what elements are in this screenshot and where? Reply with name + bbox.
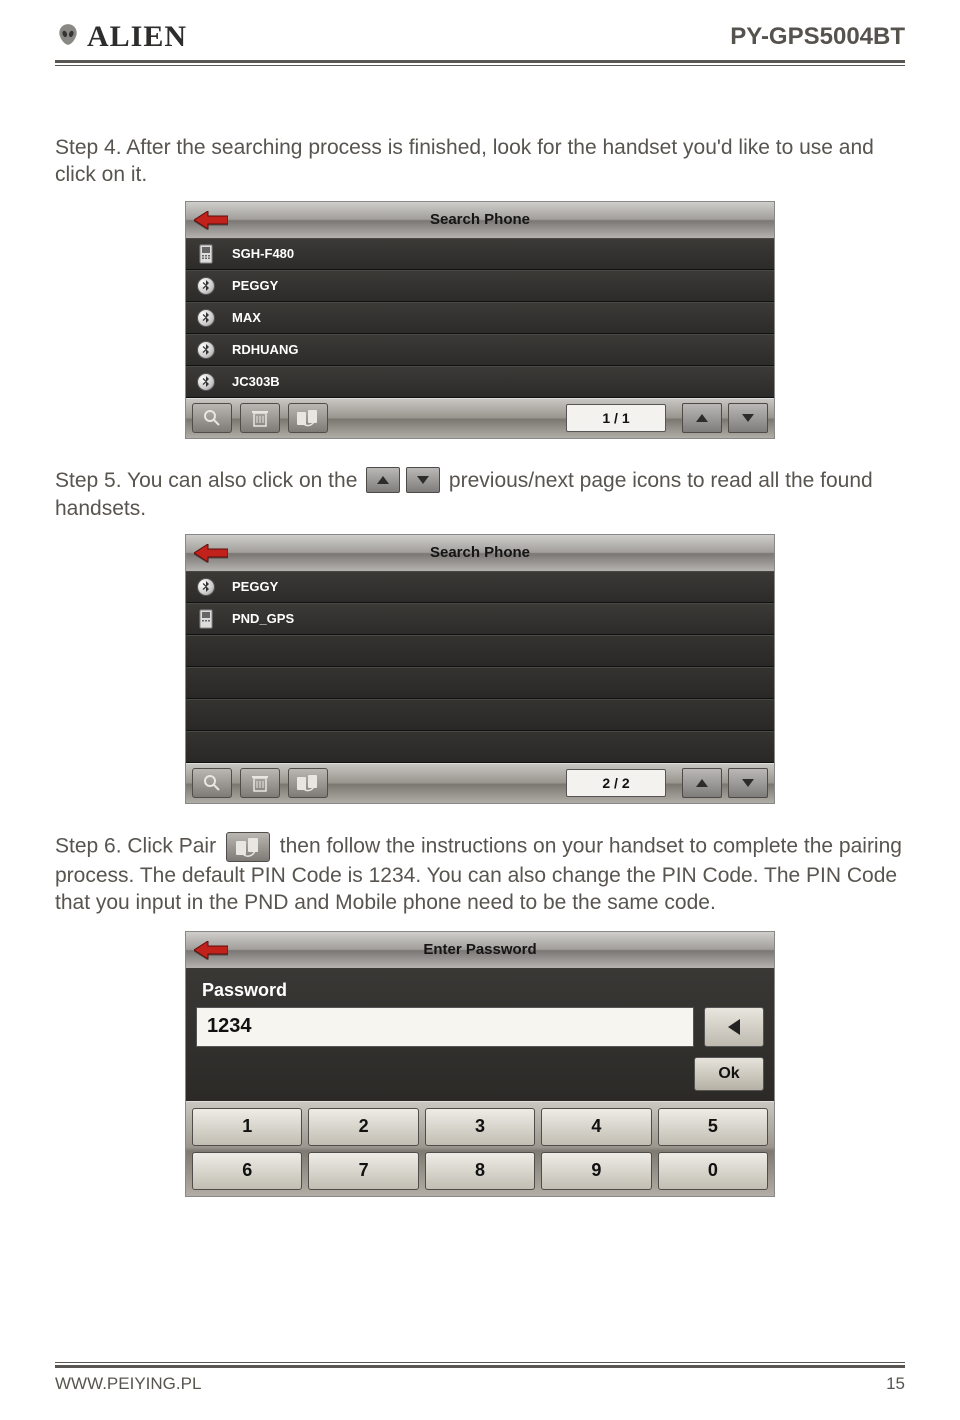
backspace-button[interactable] xyxy=(704,1007,764,1047)
phone-icon xyxy=(196,243,216,265)
divider xyxy=(55,1365,905,1368)
password-panel: Password 1234 Ok xyxy=(186,968,774,1101)
page-indicator: 2 / 2 xyxy=(566,769,666,797)
divider xyxy=(55,1362,905,1363)
divider xyxy=(55,65,905,66)
pair-button[interactable] xyxy=(288,768,328,798)
list-item[interactable]: PEGGY xyxy=(186,571,774,603)
device-name: PND_GPS xyxy=(232,611,294,626)
page-header: ALIEN PY-GPS5004BT xyxy=(55,20,905,60)
step6-before: Step 6. Click Pair xyxy=(55,835,216,858)
search-button[interactable] xyxy=(192,768,232,798)
brand-text: ALIEN xyxy=(87,20,187,54)
step5-text: Step 5. You can also click on the previo… xyxy=(55,467,905,522)
page-indicator: 1 / 1 xyxy=(566,404,666,432)
device-name: MAX xyxy=(232,310,261,325)
back-button[interactable] xyxy=(186,932,236,968)
search-phone-screen-2: Search Phone PEGGY PND_GPS 2 / 2 xyxy=(185,534,775,804)
screen-title: Enter Password xyxy=(186,941,774,958)
bluetooth-icon xyxy=(196,576,216,598)
list-item[interactable]: RDHUANG xyxy=(186,334,774,366)
device-name: RDHUANG xyxy=(232,342,298,357)
key-3[interactable]: 3 xyxy=(425,1108,535,1146)
device-list: PEGGY PND_GPS xyxy=(186,571,774,763)
phone-icon xyxy=(196,608,216,630)
device-name: PEGGY xyxy=(232,579,278,594)
key-4[interactable]: 4 xyxy=(541,1108,651,1146)
page-nav xyxy=(682,403,768,433)
device-name: PEGGY xyxy=(232,278,278,293)
back-button[interactable] xyxy=(186,535,236,571)
search-phone-screen-1: Search Phone SGH-F480 PEGGY MAX RDHUANG … xyxy=(185,201,775,439)
next-page-button[interactable] xyxy=(728,403,768,433)
page-footer: WWW.PEIYING.PL 15 xyxy=(55,1362,905,1394)
password-label: Password xyxy=(202,980,764,1001)
enter-password-screen: Enter Password Password 1234 Ok 1 2 3 4 … xyxy=(185,931,775,1197)
list-item[interactable]: SGH-F480 xyxy=(186,238,774,270)
delete-button[interactable] xyxy=(240,403,280,433)
numeric-keypad: 1 2 3 4 5 6 7 8 9 0 xyxy=(186,1101,774,1196)
list-item xyxy=(186,667,774,699)
pair-icon xyxy=(226,832,270,862)
search-button[interactable] xyxy=(192,403,232,433)
footer-url: WWW.PEIYING.PL xyxy=(55,1374,201,1394)
backspace-icon xyxy=(728,1019,740,1035)
step4-text: Step 4. After the searching process is f… xyxy=(55,134,905,189)
alien-logo-icon xyxy=(55,22,81,53)
key-2[interactable]: 2 xyxy=(308,1108,418,1146)
ok-button[interactable]: Ok xyxy=(694,1057,764,1091)
device-name: JC303B xyxy=(232,374,280,389)
list-item xyxy=(186,699,774,731)
prev-page-button[interactable] xyxy=(682,768,722,798)
list-item[interactable]: JC303B xyxy=(186,366,774,398)
toolbar: 1 / 1 xyxy=(186,398,774,438)
key-1[interactable]: 1 xyxy=(192,1108,302,1146)
screen-title: Search Phone xyxy=(186,211,774,228)
titlebar: Search Phone xyxy=(186,535,774,571)
next-page-button[interactable] xyxy=(728,768,768,798)
next-icon xyxy=(406,467,440,493)
delete-button[interactable] xyxy=(240,768,280,798)
model-number: PY-GPS5004BT xyxy=(730,23,905,51)
key-6[interactable]: 6 xyxy=(192,1152,302,1190)
bluetooth-icon xyxy=(196,371,216,393)
password-input[interactable]: 1234 xyxy=(196,1007,694,1047)
list-item xyxy=(186,731,774,763)
key-5[interactable]: 5 xyxy=(658,1108,768,1146)
device-name: SGH-F480 xyxy=(232,246,294,261)
list-item[interactable]: PND_GPS xyxy=(186,603,774,635)
key-8[interactable]: 8 xyxy=(425,1152,535,1190)
screen-title: Search Phone xyxy=(186,544,774,561)
list-item[interactable]: PEGGY xyxy=(186,270,774,302)
key-7[interactable]: 7 xyxy=(308,1152,418,1190)
divider xyxy=(55,60,905,63)
step5-before: Step 5. You can also click on the xyxy=(55,469,357,492)
key-9[interactable]: 9 xyxy=(541,1152,651,1190)
titlebar: Search Phone xyxy=(186,202,774,238)
bluetooth-icon xyxy=(196,307,216,329)
device-list: SGH-F480 PEGGY MAX RDHUANG JC303B xyxy=(186,238,774,398)
back-button[interactable] xyxy=(186,202,236,238)
bluetooth-icon xyxy=(196,339,216,361)
bluetooth-icon xyxy=(196,275,216,297)
brand: ALIEN xyxy=(55,20,187,54)
prev-icon xyxy=(366,467,400,493)
page-nav xyxy=(682,768,768,798)
prev-page-button[interactable] xyxy=(682,403,722,433)
titlebar: Enter Password xyxy=(186,932,774,968)
step6-text: Step 6. Click Pair then follow the instr… xyxy=(55,832,905,917)
pair-button[interactable] xyxy=(288,403,328,433)
key-0[interactable]: 0 xyxy=(658,1152,768,1190)
list-item[interactable]: MAX xyxy=(186,302,774,334)
toolbar: 2 / 2 xyxy=(186,763,774,803)
page-number: 15 xyxy=(886,1374,905,1394)
list-item xyxy=(186,635,774,667)
prev-next-icons-inline xyxy=(366,467,440,494)
